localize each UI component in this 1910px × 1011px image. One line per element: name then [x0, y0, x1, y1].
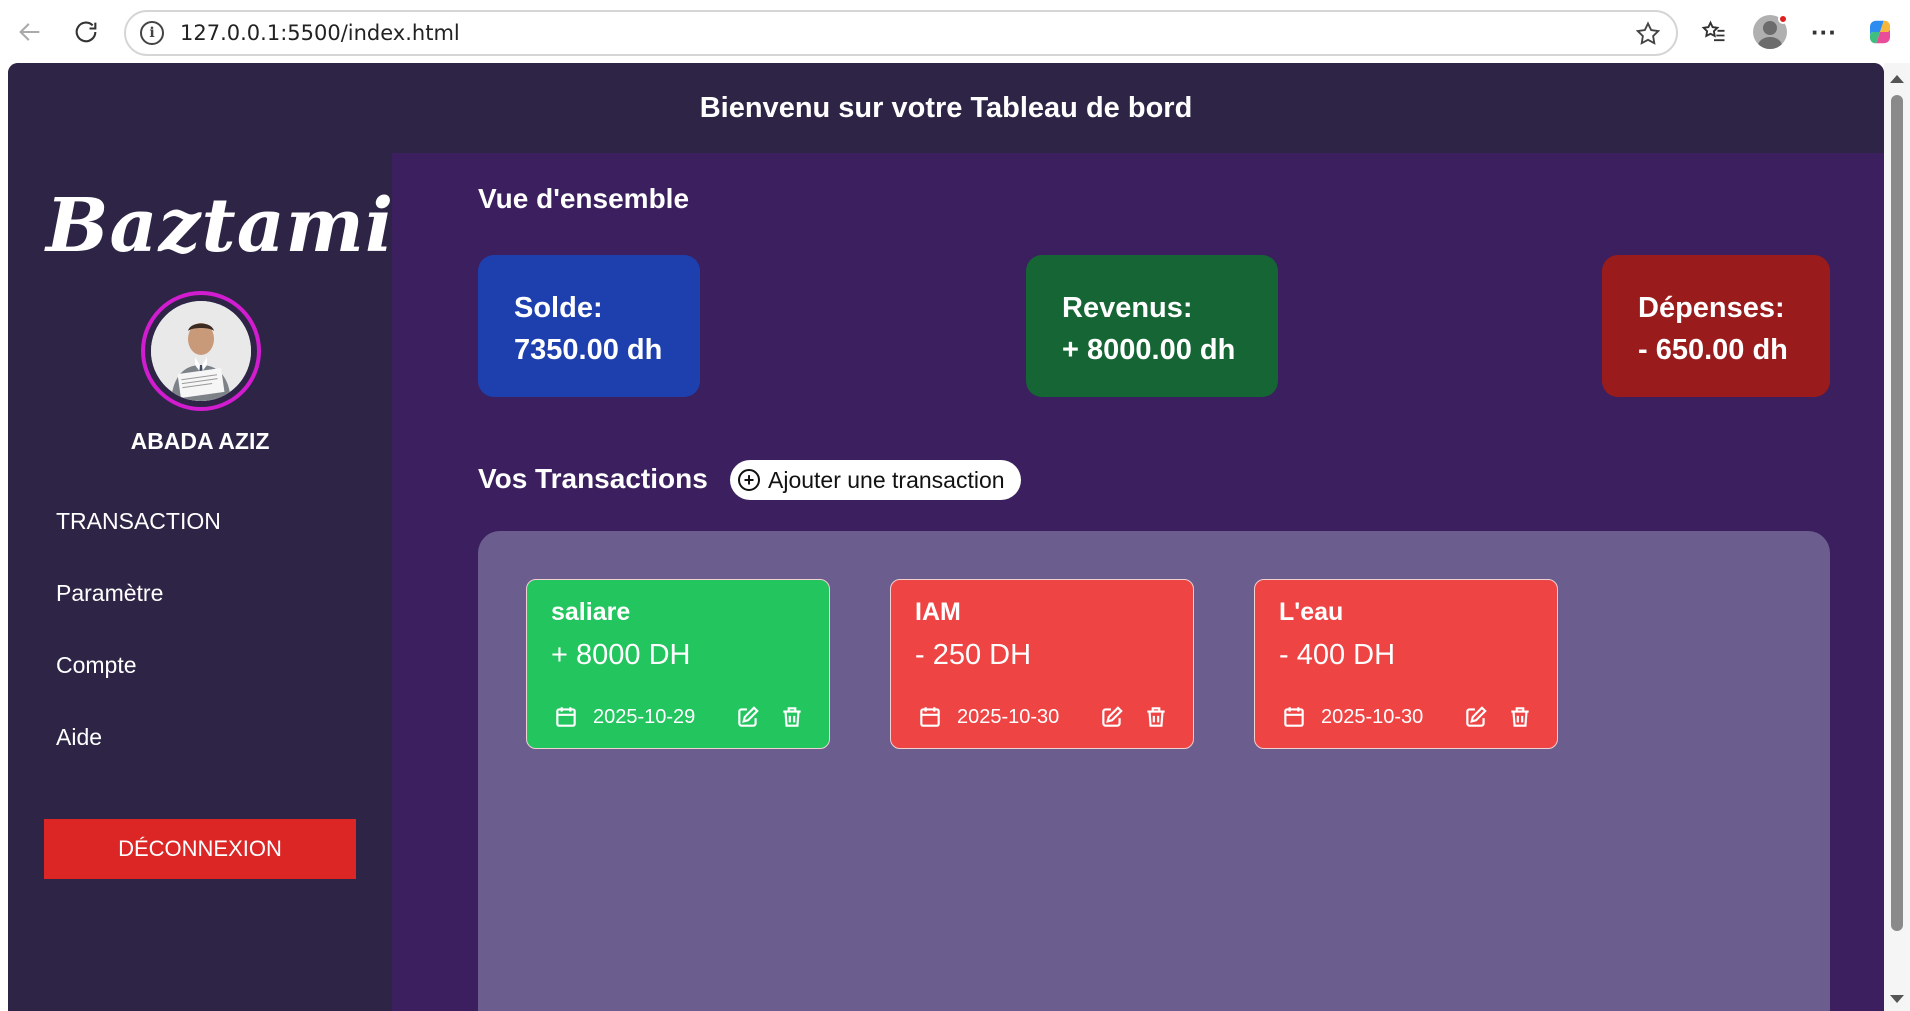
- edit-icon[interactable]: [1463, 704, 1489, 730]
- plus-circle-icon: +: [738, 469, 760, 491]
- transaction-date: 2025-10-29: [593, 705, 696, 728]
- add-transaction-button[interactable]: + Ajouter une transaction: [730, 460, 1021, 500]
- more-menu-button[interactable]: ···: [1806, 14, 1842, 50]
- transaction-title: IAM: [915, 598, 961, 626]
- transaction-title: saliare: [551, 598, 631, 626]
- overview-title: Vue d'ensemble: [478, 183, 690, 214]
- transaction-amount: - 250 DH: [915, 639, 1032, 671]
- reload-icon: [75, 21, 97, 43]
- main-content: Vue d'ensemble Solde: 7350.00 dh Revenus…: [392, 153, 1884, 1011]
- transaction-card: IAM - 250 DH 2025-10-30: [890, 579, 1194, 749]
- transaction-amount: - 400 DH: [1279, 639, 1396, 671]
- balance-label: Solde:: [514, 292, 603, 324]
- scrollbar-thumb[interactable]: [1891, 95, 1903, 931]
- transaction-card: saliare + 8000 DH 2025-10-29: [526, 579, 830, 749]
- arrow-left-icon: [19, 23, 40, 41]
- user-name: ABADA AZIZ: [130, 428, 270, 454]
- expense-label: Dépenses:: [1638, 292, 1785, 324]
- site-info-icon[interactable]: i: [140, 21, 164, 45]
- more-dots-icon: ···: [1811, 16, 1837, 47]
- trash-icon[interactable]: [779, 704, 805, 730]
- favorites-list-icon: [1701, 20, 1725, 42]
- dashboard-page: Bienvenu sur votre Tableau de bord Bazta…: [8, 63, 1884, 1011]
- income-value: + 8000.00 dh: [1062, 334, 1236, 366]
- transaction-card: L'eau - 400 DH 2025-10-30: [1254, 579, 1558, 749]
- url-text: 127.0.0.1:5500/index.html: [180, 21, 460, 45]
- sidebar: Baztami ABADA AZIZ TRANSACTION Paramètre…: [8, 153, 395, 1011]
- balance-value: 7350.00 dh: [514, 334, 663, 366]
- transaction-date: 2025-10-30: [1321, 705, 1424, 728]
- copilot-button[interactable]: [1862, 14, 1898, 50]
- back-button[interactable]: [12, 14, 48, 50]
- profile-button[interactable]: [1752, 14, 1788, 50]
- app-logo: Baztami: [46, 183, 395, 269]
- logout-button[interactable]: DÉCONNEXION: [44, 819, 356, 879]
- scroll-down-arrow-icon[interactable]: [1890, 995, 1904, 1003]
- sidebar-item-compte[interactable]: Compte: [56, 647, 221, 719]
- transactions-panel: saliare + 8000 DH 2025-10-29 IAM - 250 D…: [478, 531, 1830, 1011]
- sidebar-menu: TRANSACTION Paramètre Compte Aide: [56, 503, 221, 791]
- transaction-date: 2025-10-30: [957, 705, 1060, 728]
- person-portrait-icon: [151, 301, 251, 401]
- scroll-up-arrow-icon[interactable]: [1890, 75, 1904, 83]
- sidebar-item-transaction[interactable]: TRANSACTION: [56, 503, 221, 575]
- trash-icon[interactable]: [1507, 704, 1533, 730]
- notification-dot: [1778, 14, 1788, 24]
- transaction-title: L'eau: [1279, 598, 1344, 626]
- income-card: Revenus: + 8000.00 dh: [1026, 255, 1278, 397]
- sidebar-item-aide[interactable]: Aide: [56, 719, 221, 791]
- browser-toolbar: i 127.0.0.1:5500/index.html ···: [0, 0, 1910, 63]
- user-photo: [151, 301, 251, 401]
- calendar-icon: [1284, 707, 1304, 727]
- reload-button[interactable]: [68, 14, 104, 50]
- transaction-amount: + 8000 DH: [551, 639, 691, 671]
- top-header: Bienvenu sur votre Tableau de bord: [8, 63, 1884, 153]
- sidebar-item-parametre[interactable]: Paramètre: [56, 575, 221, 647]
- avatar: [141, 291, 261, 411]
- calendar-icon: [556, 707, 576, 727]
- transactions-title: Vos Transactions: [478, 463, 708, 494]
- add-transaction-label: Ajouter une transaction: [768, 466, 1005, 493]
- header-title: Bienvenu sur votre Tableau de bord: [699, 91, 1193, 124]
- edit-icon[interactable]: [1099, 704, 1125, 730]
- favorites-button[interactable]: [1696, 14, 1732, 50]
- balance-card: Solde: 7350.00 dh: [478, 255, 700, 397]
- expense-card: Dépenses: - 650.00 dh: [1602, 255, 1830, 397]
- income-label: Revenus:: [1062, 292, 1193, 324]
- expense-value: - 650.00 dh: [1638, 334, 1788, 366]
- trash-icon[interactable]: [1143, 704, 1169, 730]
- calendar-icon: [920, 707, 940, 727]
- edit-icon[interactable]: [735, 704, 761, 730]
- address-bar[interactable]: i 127.0.0.1:5500/index.html: [124, 10, 1678, 56]
- copilot-icon: [1870, 20, 1890, 44]
- favorite-star-icon[interactable]: [1634, 20, 1662, 48]
- page-scrollbar[interactable]: [1884, 63, 1910, 1011]
